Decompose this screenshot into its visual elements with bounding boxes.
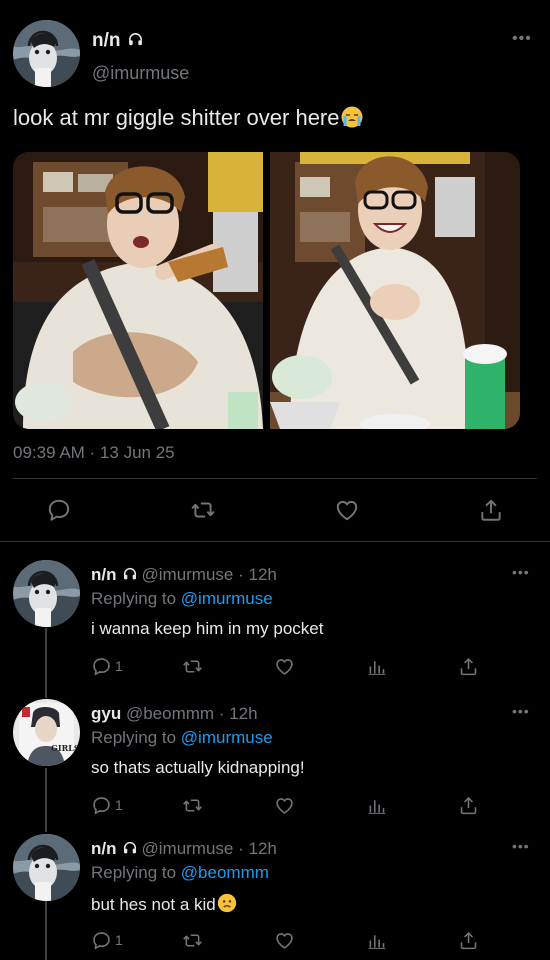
analytics-button[interactable] [366, 655, 387, 677]
retweet-icon [182, 656, 203, 677]
more-options-button[interactable]: ••• [512, 838, 530, 854]
like-button[interactable] [274, 655, 295, 677]
reply-tweet[interactable]: n/n @imurmuse · 12h Replying to @beommm b… [0, 834, 550, 960]
analytics-icon [366, 795, 387, 816]
photo-1-image [13, 152, 263, 429]
heart-icon [274, 656, 295, 677]
reply-avatar[interactable]: GIRLS MY [13, 699, 80, 766]
replying-to-handle[interactable]: @beommm [181, 863, 269, 882]
share-icon [458, 930, 479, 951]
reply-avatar[interactable] [13, 834, 80, 901]
retweet-icon [182, 930, 203, 951]
divider [0, 541, 550, 542]
tweet-photo-1[interactable] [13, 152, 264, 429]
reply-icon [46, 497, 72, 523]
reply-header: n/n @imurmuse · 12h [91, 565, 277, 585]
tweet-media[interactable] [13, 152, 520, 429]
share-icon [458, 656, 479, 677]
retweet-icon [182, 795, 203, 816]
reply-header: n/n @imurmuse · 12h [91, 839, 277, 859]
replying-to-prefix: Replying to [91, 863, 177, 882]
like-button[interactable] [334, 497, 360, 523]
reply-button[interactable]: 1 [91, 794, 123, 816]
reply-tweet[interactable]: n/n @imurmuse · 12h Replying to @imurmuse… [0, 560, 550, 695]
analytics-icon [366, 930, 387, 951]
share-button[interactable] [458, 794, 479, 816]
reply-icon [91, 795, 112, 816]
replying-to: Replying to @imurmuse [91, 589, 273, 609]
divider [13, 478, 537, 479]
loudly-crying-face-icon [341, 106, 362, 128]
reply-tweet[interactable]: GIRLS MY gyu @beommm · 12h Replying to @… [0, 699, 550, 834]
tweet-text: look at mr giggle shitter over here [13, 105, 364, 131]
reply-icon [91, 656, 112, 677]
retweet-button[interactable] [182, 655, 203, 677]
replying-to-handle[interactable]: @imurmuse [181, 589, 273, 608]
headphones-icon [127, 31, 144, 48]
reply-count: 1 [115, 932, 123, 948]
reply-time: · 12h [238, 839, 277, 858]
share-button[interactable] [478, 497, 504, 523]
author-name-text: n/n [92, 30, 121, 51]
replying-to-prefix: Replying to [91, 728, 177, 747]
heart-icon [274, 930, 295, 951]
headphones-icon [122, 566, 138, 582]
headphones-icon [122, 840, 138, 856]
replying-to-handle[interactable]: @imurmuse [181, 728, 273, 747]
author-handle[interactable]: @imurmuse [92, 63, 189, 84]
share-button[interactable] [458, 929, 479, 951]
reply-author-handle[interactable]: @beommm [126, 704, 214, 723]
photo-2-image [269, 152, 520, 429]
replying-to-prefix: Replying to [91, 589, 177, 608]
retweet-button[interactable] [182, 929, 203, 951]
more-options-button[interactable]: ••• [512, 703, 530, 719]
author-name[interactable]: n/n [92, 30, 144, 52]
share-button[interactable] [458, 655, 479, 677]
reply-text: i wanna keep him in my pocket [91, 619, 324, 638]
reply-avatar[interactable] [13, 560, 80, 627]
analytics-icon [366, 656, 387, 677]
tweet-timestamp[interactable]: 09:39 AM · 13 Jun 25 [13, 443, 175, 463]
reply-icon [91, 930, 112, 951]
reply-header: gyu @beommm · 12h [91, 704, 258, 724]
reply-button[interactable] [46, 497, 72, 523]
reply-time: · 12h [238, 565, 277, 584]
analytics-button[interactable] [366, 929, 387, 951]
like-button[interactable] [274, 794, 295, 816]
tweet-text-content: look at mr giggle shitter over here [13, 105, 340, 130]
replying-to: Replying to @beommm [91, 863, 269, 883]
replying-to: Replying to @imurmuse [91, 728, 273, 748]
reply-text: but hes not a kid [91, 893, 237, 915]
heart-icon [274, 795, 295, 816]
share-icon [458, 795, 479, 816]
reply-button[interactable]: 1 [91, 929, 123, 951]
reply-text: so thats actually kidnapping! [91, 758, 305, 777]
reply-author-handle[interactable]: @imurmuse [142, 565, 234, 584]
more-options-button[interactable]: ••• [512, 564, 530, 580]
tweet-photo-2[interactable] [269, 152, 521, 429]
slightly-frowning-face-icon [217, 893, 236, 913]
reply-author-handle[interactable]: @imurmuse [142, 839, 234, 858]
heart-icon [334, 497, 360, 523]
reply-author-name[interactable]: gyu [91, 704, 121, 723]
like-button[interactable] [274, 929, 295, 951]
share-icon [478, 497, 504, 523]
reply-count: 1 [115, 658, 123, 674]
reply-author-name[interactable]: n/n [91, 839, 117, 858]
reply-text-content: but hes not a kid [91, 895, 216, 914]
reply-author-name[interactable]: n/n [91, 565, 117, 584]
analytics-button[interactable] [366, 794, 387, 816]
reply-count: 1 [115, 797, 123, 813]
retweet-button[interactable] [190, 497, 216, 523]
more-options-button[interactable]: ••• [512, 30, 532, 48]
reply-time: · 12h [218, 704, 258, 723]
author-avatar[interactable] [13, 20, 80, 87]
avatar-text: GIRLS MY [51, 743, 80, 753]
retweet-button[interactable] [182, 794, 203, 816]
retweet-icon [190, 497, 216, 523]
reply-button[interactable]: 1 [91, 655, 123, 677]
